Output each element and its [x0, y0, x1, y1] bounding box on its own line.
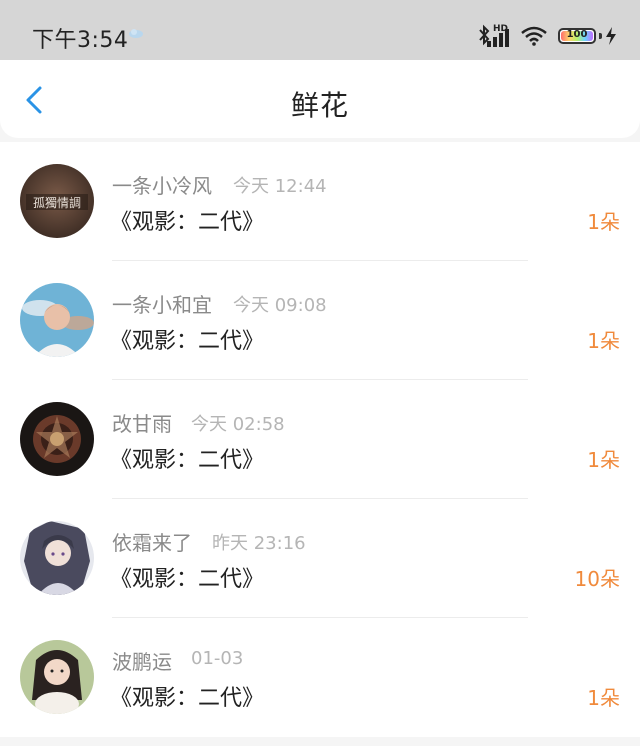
gift-title: 《观影：二代》	[110, 567, 265, 592]
gift-title: 《观影：二代》	[110, 329, 265, 354]
gift-title: 《观影：二代》	[110, 210, 265, 235]
gift-title: 《观影：二代》	[110, 686, 265, 711]
record-time: 01-03	[191, 648, 244, 669]
signal-icon	[487, 29, 509, 47]
avatar[interactable]: 孤獨情調	[20, 164, 94, 238]
flower-count: 1朵	[587, 329, 620, 353]
status-bar: 下午3:54 HD 100	[0, 0, 640, 60]
wifi-icon	[521, 26, 547, 46]
avatar-text: 孤獨情調	[33, 195, 81, 210]
user-name[interactable]: 一条小冷风	[112, 170, 212, 199]
avatar[interactable]	[20, 521, 94, 595]
flower-count: 1朵	[587, 210, 620, 234]
avatar[interactable]	[20, 402, 94, 476]
flower-count: 1朵	[587, 448, 620, 472]
battery-icon: 100	[558, 28, 596, 44]
gift-title: 《观影：二代》	[110, 448, 265, 473]
page-title: 鲜花	[290, 89, 349, 122]
list-item[interactable]: 依霜来了 昨天 23:16 《观影：二代》 10朵	[0, 499, 640, 618]
flower-records-list: 孤獨情調 一条小冷风 今天 12:44 《观影：二代》 1朵 一条小和宜 今天 …	[0, 142, 640, 737]
flower-count: 1朵	[587, 686, 620, 710]
record-time: 今天 09:08	[233, 295, 327, 316]
flower-count: 10朵	[574, 567, 620, 591]
avatar[interactable]	[20, 640, 94, 714]
record-time: 昨天 23:16	[212, 533, 306, 554]
page-header: 鲜花	[0, 60, 640, 138]
status-time: 下午3:54	[32, 28, 129, 53]
list-item[interactable]: 一条小和宜 今天 09:08 《观影：二代》 1朵	[0, 261, 640, 380]
user-name[interactable]: 依霜来了	[112, 527, 192, 556]
record-time: 今天 12:44	[233, 176, 327, 197]
avatar[interactable]	[20, 283, 94, 357]
record-time: 今天 02:58	[191, 414, 285, 435]
user-name[interactable]: 改甘雨	[112, 408, 172, 437]
user-name[interactable]: 波鹏运	[112, 646, 172, 675]
list-item[interactable]: 波鹏运 01-03 《观影：二代》 1朵	[0, 618, 640, 737]
battery-level: 100	[566, 29, 588, 40]
charging-icon	[606, 27, 616, 45]
user-name[interactable]: 一条小和宜	[112, 289, 212, 318]
list-item[interactable]: 改甘雨 今天 02:58 《观影：二代》 1朵	[0, 380, 640, 499]
weather-icon	[129, 29, 143, 38]
list-item[interactable]: 孤獨情調 一条小冷风 今天 12:44 《观影：二代》 1朵	[0, 142, 640, 261]
